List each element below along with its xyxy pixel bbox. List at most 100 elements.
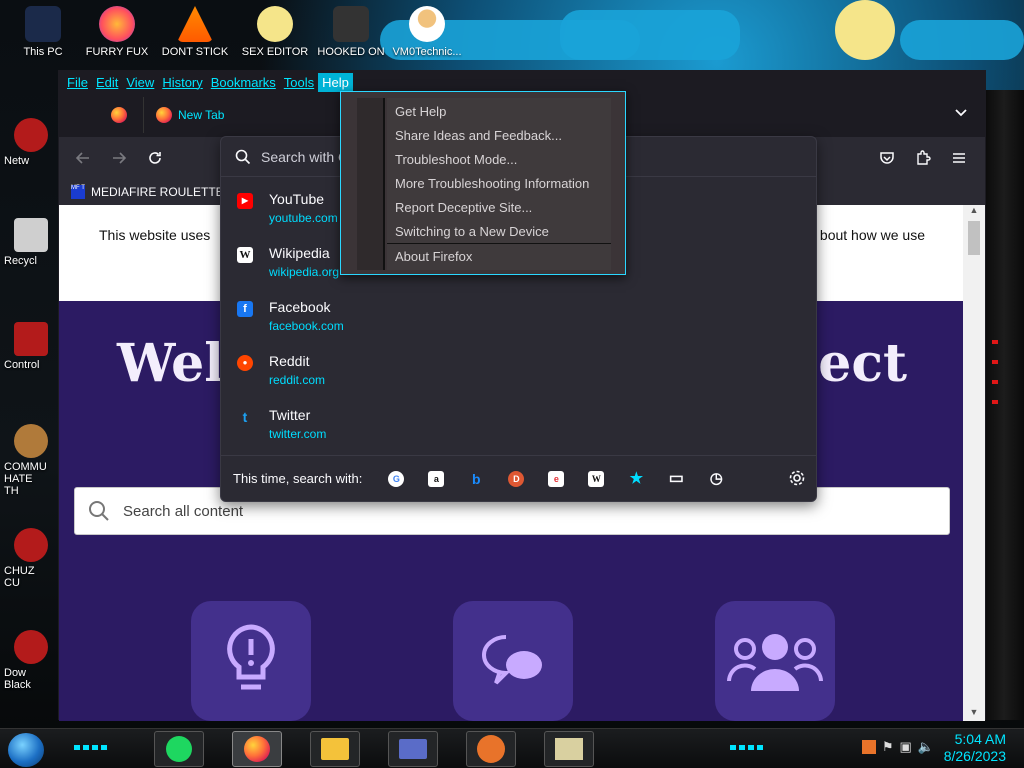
menu-item-share-ideas[interactable]: Share Ideas and Feedback... (395, 128, 562, 143)
scroll-up-arrow-icon[interactable]: ▲ (963, 205, 985, 219)
taskbar-spotify[interactable] (154, 731, 204, 767)
bookmark-item[interactable]: MEDIAFIRE ROULETTER (91, 185, 232, 199)
tray-app-icon[interactable] (861, 740, 876, 754)
suggestion-url: reddit.com (269, 373, 326, 387)
menu-item-report-deceptive-site[interactable]: Report Deceptive Site... (395, 200, 532, 215)
app-icon (14, 630, 48, 664)
amazon-icon: a (428, 470, 445, 487)
volume-icon[interactable]: 🔈 (918, 739, 934, 755)
desktop-icon-vm0technic[interactable]: VM0Technic... (384, 6, 470, 58)
page-scrollbar[interactable]: ▲ ▼ (963, 205, 985, 721)
arrow-right-icon (113, 152, 127, 164)
wallpaper-stripe (900, 20, 1024, 60)
scroll-down-arrow-icon[interactable]: ▼ (963, 707, 985, 721)
search-engine-amazon[interactable]: a (416, 465, 456, 493)
taskbar-file-explorer[interactable] (310, 731, 360, 767)
menu-item-more-troubleshooting[interactable]: More Troubleshooting Information (395, 176, 589, 191)
one-off-label: This time, search with: (233, 471, 363, 486)
chat-tile[interactable] (453, 601, 573, 721)
pocket-button[interactable] (869, 142, 905, 174)
menu-edit[interactable]: Edit (92, 73, 122, 92)
menu-item-troubleshoot-mode[interactable]: Troubleshoot Mode... (395, 152, 517, 167)
desktop-icon-label: This PC (23, 46, 63, 58)
desktop-icon-furry-fux[interactable]: FURRY FUX (74, 6, 160, 58)
network-icon[interactable]: ▣ (900, 739, 912, 755)
community-tile[interactable] (715, 601, 835, 721)
suggestion-title: Reddit (269, 353, 310, 369)
desktop-icon-dont-stick[interactable]: DONT STICK (152, 6, 238, 58)
cartoon-character-icon (257, 6, 293, 42)
search-icon (235, 149, 251, 164)
taskbar-clock[interactable]: 5:04 AM 8/26/2023 (944, 731, 1006, 765)
suggestion-facebook[interactable]: f Facebook facebook.com (221, 289, 816, 343)
menu-tools[interactable]: Tools (280, 73, 318, 92)
list-all-tabs-button[interactable] (951, 105, 971, 125)
wallpaper-frame (984, 90, 1024, 720)
desktop-icon-label: DONT STICK (161, 46, 229, 58)
search-settings-button[interactable] (788, 469, 806, 492)
wallpaper-stripe (560, 10, 740, 60)
desktop-icon-label: VM0Technic... (392, 46, 462, 58)
desktop-icon-label: Recycl (4, 255, 38, 267)
search-icon (75, 500, 123, 522)
chevron-down-icon (955, 109, 967, 117)
taskbar-app[interactable] (544, 731, 594, 767)
tabs-icon: ▭ (668, 469, 684, 487)
google-icon: G (388, 470, 405, 487)
menu-view[interactable]: View (122, 73, 158, 92)
search-engine-duckduckgo[interactable]: D (496, 465, 536, 493)
desktop-icon-recycle[interactable]: Recycl (0, 218, 54, 267)
taskbar-app[interactable] (388, 731, 438, 767)
computer-icon (25, 6, 61, 42)
menu-file[interactable]: File (63, 73, 92, 92)
desktop-icon-chuz[interactable]: CHUZ CU (0, 528, 54, 589)
desktop-icon-commu[interactable]: COMMU HATE TH (0, 424, 54, 497)
bookmarks-star-icon: ★ (629, 469, 644, 487)
duckduckgo-icon: D (508, 470, 525, 487)
scrollbar-thumb[interactable] (968, 221, 980, 255)
taskbar: ⚑ ▣ 🔈 5:04 AM 8/26/2023 (0, 728, 1024, 768)
start-button[interactable] (8, 733, 44, 767)
desktop-icon-label: CHUZ CU (4, 565, 35, 589)
tab-pinned-firefox[interactable] (99, 93, 139, 137)
menu-help[interactable]: Help (318, 72, 353, 92)
suggestion-reddit[interactable]: ● Reddit reddit.com (221, 343, 816, 397)
spotify-icon (166, 736, 192, 762)
menu-item-get-help[interactable]: Get Help (395, 104, 446, 119)
desktop-icon-hooked-on[interactable]: HOOKED ON (308, 6, 394, 58)
taskbar-firefox[interactable] (232, 731, 282, 767)
flag-icon[interactable]: ⚑ (882, 739, 894, 755)
chat-bubbles-icon (482, 635, 542, 685)
app-menu-button[interactable] (941, 142, 977, 174)
search-tabs[interactable]: ▭ (656, 465, 696, 493)
desktop-icon-control[interactable]: Control (0, 322, 54, 371)
extensions-button[interactable] (905, 142, 941, 174)
search-engine-wikipedia[interactable]: W (576, 465, 616, 493)
recycle-bin-icon (14, 218, 48, 252)
reload-button[interactable] (137, 142, 173, 174)
search-engine-ebay[interactable]: e (536, 465, 576, 493)
forward-button[interactable] (101, 142, 137, 174)
menu-item-about-firefox[interactable]: About Firefox (395, 249, 472, 264)
search-engine-bing[interactable]: b (456, 465, 496, 493)
firefox-icon (244, 736, 270, 762)
search-bookmarks[interactable]: ★ (616, 465, 656, 493)
search-history[interactable]: ◷ (696, 465, 736, 493)
menu-item-switching-device[interactable]: Switching to a New Device (395, 224, 549, 239)
suggestion-twitter[interactable]: t Twitter twitter.com (221, 397, 816, 451)
back-button[interactable] (65, 142, 101, 174)
menu-history[interactable]: History (158, 73, 206, 92)
taskbar-app[interactable] (466, 731, 516, 767)
lightbulb-tile[interactable] (191, 601, 311, 721)
menu-bookmarks[interactable]: Bookmarks (207, 73, 280, 92)
app-icon (14, 528, 48, 562)
desktop-icon-dow[interactable]: Dow Black (0, 630, 54, 691)
search-engine-google[interactable]: G (376, 465, 416, 493)
firefox-icon (99, 6, 135, 42)
toolbar-right (869, 142, 977, 174)
lightbulb-icon (227, 624, 275, 690)
tab-new-tab[interactable]: New Tab (143, 97, 236, 133)
desktop-icon-sex-editor[interactable]: SEX EDITOR (232, 6, 318, 58)
desktop-icon-network[interactable]: Netw (0, 118, 54, 167)
taskbar-decoration (730, 745, 764, 750)
